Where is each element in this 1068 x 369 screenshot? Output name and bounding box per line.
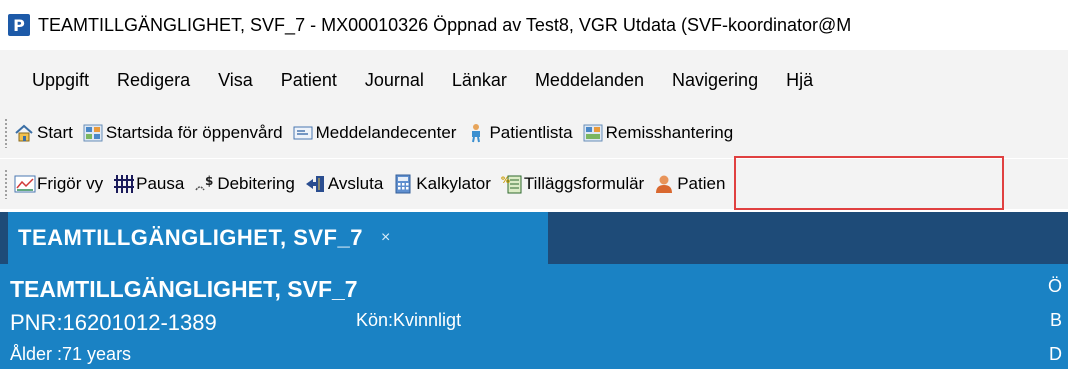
billing-icon: $ [194,174,214,194]
toolbar-grip[interactable] [4,169,8,199]
calculator-icon [393,174,413,194]
debitering-button[interactable]: $ Debitering [194,174,295,194]
tillaggsformular-button[interactable]: % Tilläggsformulär [501,174,644,194]
release-view-icon [14,174,36,194]
menu-meddelanden[interactable]: Meddelanden [535,70,644,91]
menu-redigera[interactable]: Redigera [117,70,190,91]
menu-lankar[interactable]: Länkar [452,70,507,91]
start-label: Start [37,123,73,142]
patient-list-icon [466,123,486,143]
kalkylator-label: Kalkylator [416,174,491,193]
menu-uppgift[interactable]: Uppgift [32,70,89,91]
menu-navigering[interactable]: Navigering [672,70,758,91]
tillaggsformular-label: Tilläggsformulär [523,174,645,193]
patient-tab-strip: TEAMTILLGÄNGLIGHET, SVF_7 × [0,212,1068,264]
kalkylator-button[interactable]: Kalkylator [393,174,491,194]
toolbar-grip[interactable] [4,118,8,148]
patient-name: TEAMTILLGÄNGLIGHET, SVF_7 [10,276,358,302]
close-icon[interactable]: × [381,229,390,247]
patient-age: Ålder :71 years [10,344,132,364]
home-icon [14,123,34,143]
remisshantering-label: Remisshantering [605,123,734,142]
pausa-button[interactable]: Pausa [113,174,184,194]
patient-label: Patien [677,174,726,193]
patient-tab[interactable]: TEAMTILLGÄNGLIGHET, SVF_7 × [8,212,548,264]
frigor-vy-button[interactable]: Frigör vy [14,174,103,194]
menu-hjalp[interactable]: Hjä [786,70,813,91]
referral-icon [583,123,603,143]
window-titlebar: P TEAMTILLGÄNGLIGHET, SVF_7 - MX00010326… [0,0,1068,50]
message-center-icon [293,123,313,143]
start-button[interactable]: Start [14,123,73,143]
patient-header: TEAMTILLGÄNGLIGHET, SVF_7 PNR:16201012-1… [0,264,1068,369]
right-info-3: D [1049,344,1062,364]
right-info-1: Ö [1047,276,1062,296]
remisshantering-button[interactable]: Remisshantering [583,123,734,143]
pausa-label: Pausa [136,174,185,193]
pause-grid-icon [113,174,135,194]
menu-journal[interactable]: Journal [365,70,424,91]
debitering-label: Debitering [217,174,295,193]
svg-text:$: $ [205,174,213,188]
dashboard-icon [83,123,103,143]
additional-form-icon: % [501,174,522,194]
patient-gender: Kön:Kvinnligt [356,310,462,330]
startsida-label: Startsida för öppenvård [105,123,283,142]
patientlista-label: Patientlista [489,123,573,142]
avsluta-label: Avsluta [327,174,384,193]
app-icon: P [8,14,30,36]
startsida-oppenvard-button[interactable]: Startsida för öppenvård [83,123,283,143]
meddelandecenter-button[interactable]: Meddelandecenter [293,123,457,143]
right-info-2: B [1049,310,1062,330]
patient-button[interactable]: Patien [654,174,725,194]
exit-icon [305,174,325,194]
main-toolbar: Start Startsida för öppenvård Meddelande… [0,108,1068,158]
menu-patient[interactable]: Patient [281,70,337,91]
menu-visa[interactable]: Visa [218,70,253,91]
avsluta-button[interactable]: Avsluta [305,174,383,194]
secondary-toolbar: Frigör vy Pausa $ Debitering Avsluta Kal… [0,159,1068,209]
frigor-vy-label: Frigör vy [37,174,104,193]
menu-bar: Uppgift Redigera Visa Patient Journal Lä… [0,50,1068,110]
svg-text:%: % [501,176,510,186]
patientlista-button[interactable]: Patientlista [466,123,573,143]
tab-title: TEAMTILLGÄNGLIGHET, SVF_7 [18,225,363,250]
meddelandecenter-label: Meddelandecenter [315,123,457,142]
patient-icon [654,174,674,194]
patient-pnr: PNR:16201012-1389 [10,310,217,335]
window-title: TEAMTILLGÄNGLIGHET, SVF_7 - MX00010326 Ö… [38,14,852,35]
